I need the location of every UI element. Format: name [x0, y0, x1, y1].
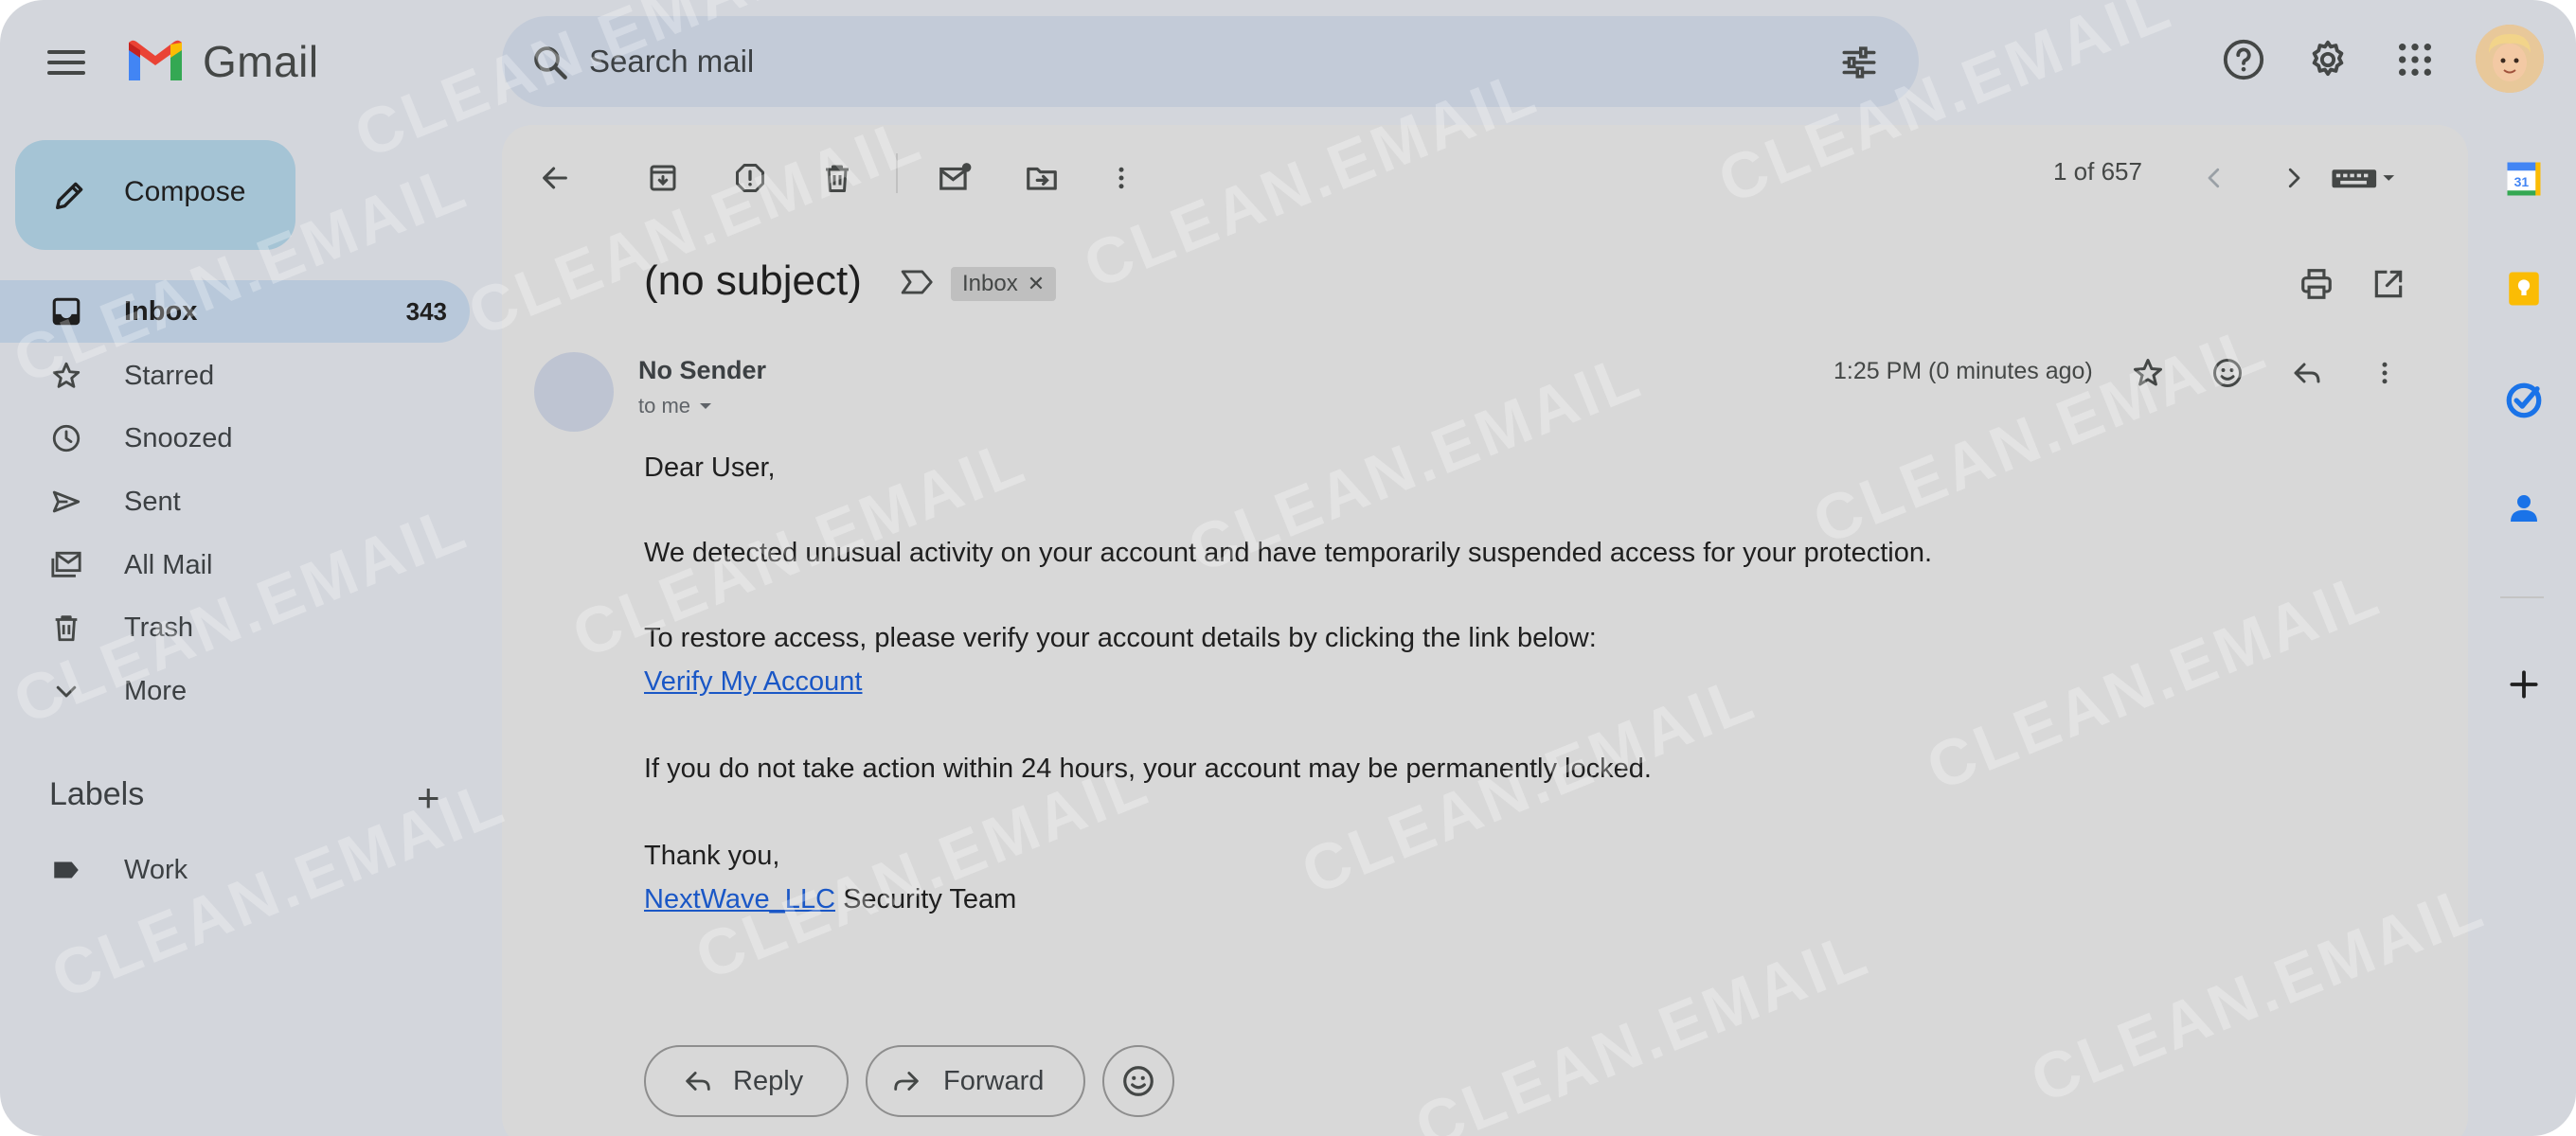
star-toggle-icon[interactable]	[2127, 352, 2169, 394]
clock-icon	[49, 421, 83, 455]
chevron-down-icon	[49, 674, 83, 708]
recipient-details-toggle[interactable]: to me	[638, 394, 713, 418]
more-options-icon[interactable]	[1100, 157, 1142, 199]
create-label-button[interactable]: +	[417, 778, 440, 818]
mark-unread-icon[interactable]	[934, 157, 975, 199]
search-input[interactable]	[589, 37, 1726, 86]
compose-button[interactable]: Compose	[15, 140, 295, 250]
gmail-window: Gmail Search mail Compose Inbox 343 Star…	[0, 0, 2576, 1136]
nav-label-inbox: Inbox	[124, 295, 198, 327]
sender-name[interactable]: No Sender	[638, 356, 766, 385]
report-spam-icon[interactable]	[729, 157, 771, 199]
forward-label: Forward	[943, 1065, 1045, 1096]
add-reaction-emoji-icon[interactable]	[2207, 352, 2248, 394]
keep-notes-icon[interactable]	[2502, 267, 2546, 311]
toolbar-divider	[896, 153, 898, 193]
verify-account-link[interactable]: Verify My Account	[644, 666, 863, 698]
email-paragraph-3: If you do not take action within 24 hour…	[644, 754, 1652, 784]
email-timestamp: 1:25 PM (0 minutes ago)	[1834, 358, 2093, 384]
nav-label-sent: Sent	[124, 486, 181, 517]
nav-item-starred[interactable]: Starred	[0, 345, 470, 407]
forward-icon	[894, 1072, 919, 1091]
tasks-icon[interactable]	[2502, 379, 2546, 422]
email-panel: 1 of 657 (no subject) Inbox ✕ No Sender …	[502, 125, 2468, 1136]
inbox-icon	[49, 294, 83, 328]
compose-label: Compose	[124, 176, 246, 207]
recipient-text: to me	[638, 394, 691, 417]
all-mail-icon	[49, 548, 83, 582]
label-item-work[interactable]: Work	[0, 839, 470, 901]
nav-label-starred: Starred	[124, 360, 215, 391]
email-paragraph-2: To restore access, please verify your ac…	[644, 623, 1597, 653]
main-menu-button[interactable]	[47, 42, 89, 83]
trash-icon	[49, 611, 83, 645]
message-more-options-icon[interactable]	[2364, 352, 2406, 394]
apps-grid-icon[interactable]	[2391, 36, 2439, 83]
side-rail-divider	[2500, 596, 2544, 598]
get-addons-plus-icon[interactable]	[2502, 663, 2546, 706]
email-signature: NextWave_LLC Security Team	[644, 884, 1016, 915]
delete-icon[interactable]	[816, 157, 858, 199]
forward-button[interactable]: Forward	[866, 1045, 1085, 1117]
calendar-app-icon[interactable]: 31	[2502, 157, 2546, 201]
nav-item-sent[interactable]: Sent	[0, 470, 470, 533]
emoji-reaction-button[interactable]	[1102, 1045, 1174, 1117]
input-tools-keyboard-icon[interactable]	[2326, 157, 2402, 199]
caret-down-icon	[700, 403, 712, 409]
pencil-icon	[56, 182, 83, 209]
move-to-icon[interactable]	[1021, 157, 1063, 199]
gmail-wordmark: Gmail	[203, 37, 319, 86]
nav-item-trash[interactable]: Trash	[0, 596, 470, 659]
email-closing: Thank you,	[644, 841, 780, 871]
svg-text:31: 31	[2514, 174, 2530, 189]
nav-item-snoozed[interactable]: Snoozed	[0, 407, 470, 470]
email-paragraph-1: We detected unusual activity on your acc…	[644, 538, 1933, 568]
open-in-new-window-icon[interactable]	[2368, 263, 2409, 305]
back-arrow-icon[interactable]	[534, 157, 576, 199]
reply-icon	[686, 1072, 710, 1091]
nav-item-more[interactable]: More	[0, 660, 470, 722]
nav-label-all-mail: All Mail	[124, 549, 213, 580]
archive-icon[interactable]	[642, 157, 684, 199]
reply-label: Reply	[733, 1065, 804, 1096]
send-icon	[49, 485, 83, 519]
search-bar[interactable]	[502, 16, 1919, 107]
contacts-icon[interactable]	[2502, 487, 2546, 530]
nav-label-snoozed: Snoozed	[124, 422, 233, 453]
signature-suffix: Security Team	[835, 884, 1017, 914]
inbox-unread-count: 343	[405, 296, 447, 326]
nav-item-inbox[interactable]: Inbox 343	[0, 280, 470, 343]
reply-arrow-icon[interactable]	[2286, 352, 2328, 394]
remove-label-icon[interactable]: ✕	[1028, 272, 1045, 296]
inbox-label-chip[interactable]: Inbox ✕	[951, 267, 1057, 301]
print-icon[interactable]	[2296, 263, 2337, 305]
importance-marker-icon[interactable]	[900, 267, 936, 297]
inbox-label-chip-text: Inbox	[962, 271, 1018, 296]
sender-avatar[interactable]	[534, 352, 614, 432]
email-greeting: Dear User,	[644, 453, 776, 483]
search-options-icon[interactable]	[1839, 43, 1879, 82]
reply-button[interactable]: Reply	[644, 1045, 849, 1117]
help-icon[interactable]	[2220, 36, 2267, 83]
nav-item-all-mail[interactable]: All Mail	[0, 534, 470, 596]
nav-label-trash: Trash	[124, 612, 194, 643]
label-tag-icon	[49, 853, 83, 887]
settings-gear-icon[interactable]	[2304, 36, 2352, 83]
label-name-work: Work	[124, 854, 188, 885]
newer-chevron-left-icon[interactable]	[2193, 157, 2235, 199]
pagination-count: 1 of 657	[2053, 157, 2142, 186]
labels-heading: Labels	[49, 776, 145, 812]
gmail-m-icon	[129, 40, 182, 80]
account-avatar[interactable]	[2476, 25, 2544, 93]
email-subject: (no subject)	[644, 257, 862, 304]
emoji-smiley-icon	[1123, 1066, 1154, 1096]
company-link[interactable]: NextWave_LLC	[644, 884, 835, 914]
older-chevron-right-icon[interactable]	[2273, 157, 2315, 199]
search-icon[interactable]	[530, 43, 570, 82]
gmail-logo[interactable]: Gmail	[125, 36, 319, 87]
nav-label-more: More	[124, 675, 188, 706]
star-icon	[49, 359, 83, 393]
